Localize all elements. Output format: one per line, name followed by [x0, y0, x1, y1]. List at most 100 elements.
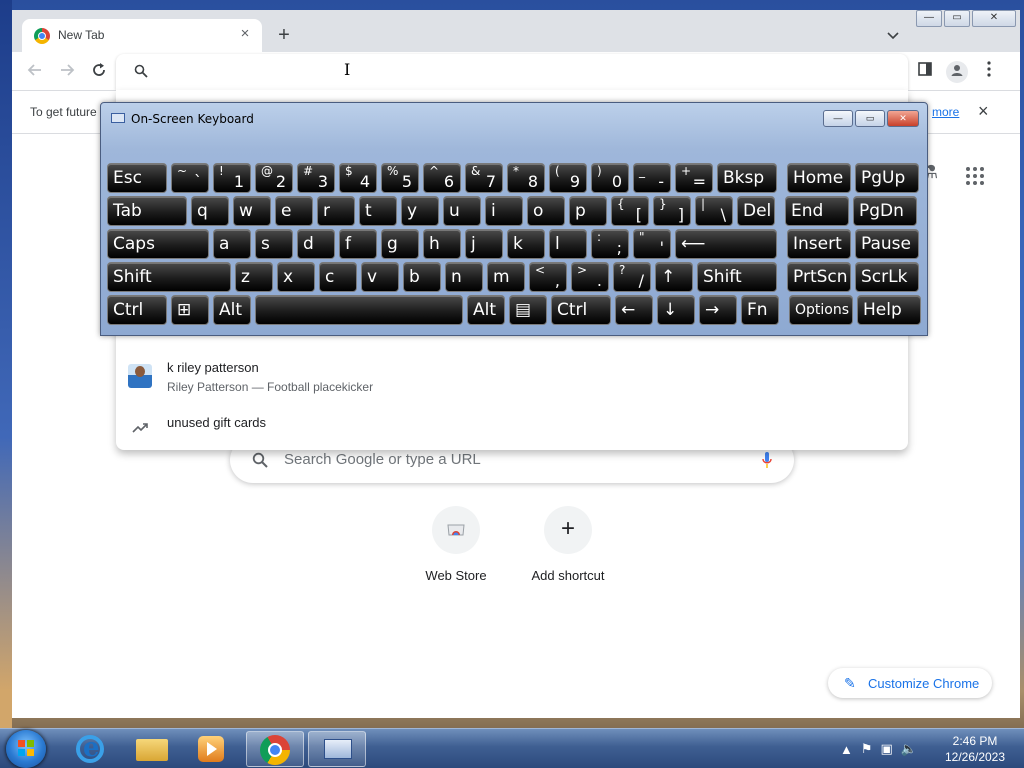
microphone-icon[interactable] — [762, 451, 772, 469]
key-z[interactable]: z — [235, 262, 273, 292]
key-y[interactable]: y — [401, 196, 439, 226]
key-home[interactable]: Home — [787, 163, 851, 193]
key-9[interactable]: (9 — [549, 163, 587, 193]
key-space[interactable] — [255, 295, 463, 325]
key-pgdn[interactable]: PgDn — [853, 196, 917, 226]
key-0[interactable]: ) 0 — [591, 163, 629, 193]
key-del[interactable]: Del — [737, 196, 775, 226]
taskbar-chrome[interactable] — [246, 731, 304, 767]
suggestion-row[interactable]: k riley patterson Riley Patterson — Foot… — [116, 358, 908, 398]
info-bar-close-icon[interactable]: × — [978, 101, 989, 122]
key-=[interactable]: + = — [675, 163, 713, 193]
key-,[interactable]: <, — [529, 262, 567, 292]
key-←[interactable]: ← — [615, 295, 653, 325]
new-tab-button[interactable]: + — [274, 25, 294, 46]
tab-search-chevron-icon[interactable] — [884, 28, 902, 46]
address-bar[interactable]: I — [116, 54, 908, 90]
action-center-flag-icon[interactable]: ⚑ — [861, 741, 873, 757]
key-][interactable]: }] — [653, 196, 691, 226]
taskbar-clock[interactable]: 2:46 PM 12/26/2023 — [940, 733, 1010, 765]
key-alt[interactable]: Alt — [213, 295, 251, 325]
tab-new-tab[interactable]: New Tab × — [22, 19, 262, 52]
key-▤[interactable]: ▤ — [509, 295, 547, 325]
key-s[interactable]: s — [255, 229, 293, 259]
key-.[interactable]: >. — [571, 262, 609, 292]
key-f[interactable]: f — [339, 229, 377, 259]
taskbar-file-explorer[interactable] — [122, 731, 180, 767]
reload-icon[interactable] — [88, 61, 110, 83]
key-ctrl[interactable]: Ctrl — [107, 295, 167, 325]
key-x[interactable]: x — [277, 262, 315, 292]
key-insert[interactable]: Insert — [787, 229, 851, 259]
key-caps[interactable]: Caps — [107, 229, 209, 259]
key-3[interactable]: #3 — [297, 163, 335, 193]
close-button[interactable]: ✕ — [972, 10, 1016, 27]
key-\[interactable]: | \ — [695, 196, 733, 226]
shortcut-add[interactable]: + Add shortcut — [512, 506, 624, 583]
key-tab[interactable]: Tab — [107, 196, 187, 226]
osk-close-button[interactable]: ✕ — [887, 110, 919, 127]
key-n[interactable]: n — [445, 262, 483, 292]
key-prtscn[interactable]: PrtScn — [787, 262, 851, 292]
osk-maximize-button[interactable]: ▭ — [855, 110, 885, 127]
key-c[interactable]: c — [319, 262, 357, 292]
key-;[interactable]: :; — [591, 229, 629, 259]
key-b[interactable]: b — [403, 262, 441, 292]
key-help[interactable]: Help — [857, 295, 921, 325]
key-shift[interactable]: Shift — [697, 262, 777, 292]
key-scrlk[interactable]: ScrLk — [855, 262, 919, 292]
key-p[interactable]: p — [569, 196, 607, 226]
key-1[interactable]: ! 1 — [213, 163, 251, 193]
key-options[interactable]: Options — [789, 295, 853, 325]
network-icon[interactable]: ▣ — [881, 741, 893, 757]
suggestion-row[interactable]: unused gift cards — [116, 412, 908, 452]
key-⟵[interactable]: ⟵ — [675, 229, 777, 259]
key-u[interactable]: u — [443, 196, 481, 226]
key-ctrl[interactable]: Ctrl — [551, 295, 611, 325]
key-6[interactable]: ^ 6 — [423, 163, 461, 193]
key-fn[interactable]: Fn — [741, 295, 779, 325]
key-→[interactable]: → — [699, 295, 737, 325]
osk-minimize-button[interactable]: — — [823, 110, 853, 127]
key-5[interactable]: % 5 — [381, 163, 419, 193]
key-esc[interactable]: Esc — [107, 163, 167, 193]
key-'[interactable]: " ' — [633, 229, 671, 259]
key-bksp[interactable]: Bksp — [717, 163, 777, 193]
key-m[interactable]: m — [487, 262, 525, 292]
key-alt[interactable]: Alt — [467, 295, 505, 325]
key-o[interactable]: o — [527, 196, 565, 226]
key-⊞[interactable]: ⊞ — [171, 295, 209, 325]
minimize-button[interactable]: — — [916, 10, 942, 27]
taskbar-media-player[interactable] — [182, 731, 240, 767]
key-j[interactable]: j — [465, 229, 503, 259]
google-apps-grid-icon[interactable] — [966, 167, 984, 185]
key-h[interactable]: h — [423, 229, 461, 259]
start-button[interactable] — [6, 730, 46, 768]
key-7[interactable]: & 7 — [465, 163, 503, 193]
key--[interactable]: _ - — [633, 163, 671, 193]
customize-chrome-button[interactable]: ✎ Customize Chrome — [828, 668, 992, 698]
key-e[interactable]: e — [275, 196, 313, 226]
key-g[interactable]: g — [381, 229, 419, 259]
key-w[interactable]: w — [233, 196, 271, 226]
key-v[interactable]: v — [361, 262, 399, 292]
maximize-button[interactable]: ▭ — [944, 10, 970, 27]
key-[[interactable]: {[ — [611, 196, 649, 226]
key-a[interactable]: a — [213, 229, 251, 259]
key-shift[interactable]: Shift — [107, 262, 231, 292]
back-arrow-icon[interactable] — [24, 61, 46, 83]
key-2[interactable]: @2 — [255, 163, 293, 193]
key-i[interactable]: i — [485, 196, 523, 226]
key-r[interactable]: r — [317, 196, 355, 226]
shortcut-web-store[interactable]: Web Store — [400, 506, 512, 583]
key-t[interactable]: t — [359, 196, 397, 226]
key-`[interactable]: ~ ` — [171, 163, 209, 193]
key-8[interactable]: * 8 — [507, 163, 545, 193]
key-l[interactable]: l — [549, 229, 587, 259]
key-4[interactable]: $4 — [339, 163, 377, 193]
taskbar-internet-explorer[interactable] — [60, 731, 118, 767]
volume-muted-icon[interactable]: 🔈 — [901, 741, 917, 757]
key-/[interactable]: ? / — [613, 262, 651, 292]
info-bar-learn-more-link[interactable]: more — [932, 105, 959, 119]
key-pgup[interactable]: PgUp — [855, 163, 919, 193]
